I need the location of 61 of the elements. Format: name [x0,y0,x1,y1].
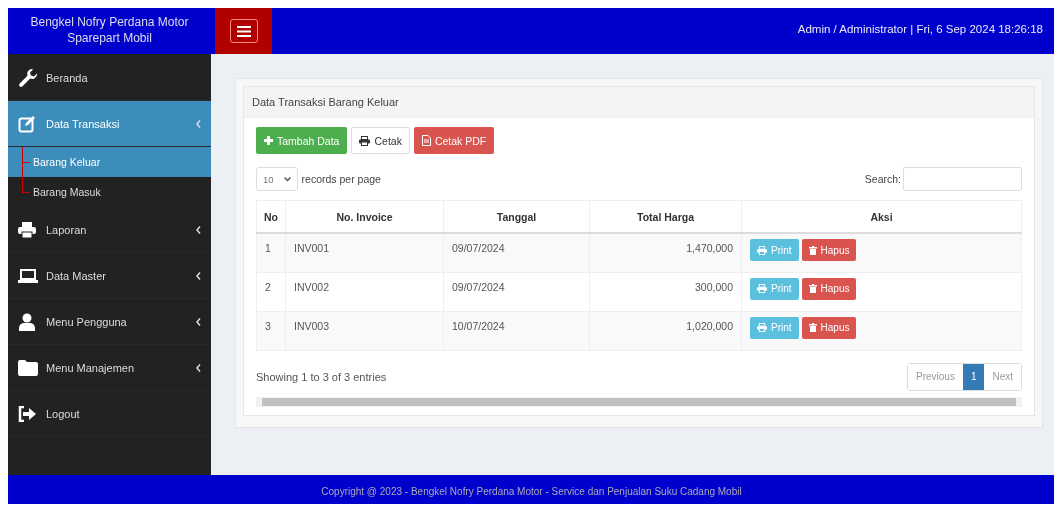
print-button[interactable]: Cetak [351,127,410,154]
trash-icon [808,245,817,255]
search-label: Search: [864,173,901,185]
app-brand: Bengkel Nofry Perdana Motor Sparepart Mobil [29,14,190,47]
table-cell: 1,470,000 [589,233,742,272]
chevron-left-icon [196,363,201,372]
print-button[interactable]: Print [750,277,799,300]
footer-copyright: Copyright @ 2023 - Bengkel Nofry Perdana Motor - Service dan Penjualan Suku Cadang Mobil [321,486,742,497]
trash-icon [808,323,817,332]
table-cell: 300,000 [589,272,742,311]
chevron-left-icon [196,317,201,326]
user-info: Admin / Administrator | Fri, 6 Sep 2024 18:26:18 [797,22,1044,37]
table-cell: 09/07/2024 [443,272,590,311]
plus-icon [264,136,273,145]
panel-title: Data Transaksi Barang Keluar [244,87,1034,118]
page-size-select[interactable]: 10 [256,167,298,191]
table-cell: 1,020,000 [589,311,742,350]
table-cell: INV002 [285,272,444,311]
sidebar-item[interactable]: Data Transaksi [8,101,211,147]
printer-icon [18,221,36,238]
trash-icon [808,284,817,293]
pdf-button[interactable]: Cetak PDF [413,127,495,154]
user-icon [18,312,36,331]
entries-info: Showing 1 to 3 of 3 entries [256,370,387,383]
wrench-icon [18,67,38,88]
menu-toggle-button[interactable] [215,8,272,54]
page-button[interactable]: 1 [962,363,985,390]
printer-icon [757,284,767,293]
page-size-label: records per page [301,173,381,185]
chevron-left-icon [196,225,201,234]
file-icon [421,135,431,146]
delete-button[interactable]: Hapus [801,316,857,339]
laptop-icon [18,268,38,283]
table-cell: 1 [256,233,286,272]
add-button[interactable]: Tambah Data [256,127,348,154]
delete-button[interactable]: Hapus [801,239,857,261]
print-button[interactable]: Print [750,239,799,261]
sidebar-item[interactable]: Menu Manajemen [8,345,211,391]
table-cell: 3 [256,311,286,350]
printer-icon [757,323,767,332]
table-cell: INV003 [285,311,444,350]
folder-icon [18,359,38,376]
logout-icon [18,405,36,422]
table-cell: 10/07/2024 [443,311,590,350]
submenu-item[interactable]: Barang Masuk [8,177,211,207]
printer-icon [757,245,767,255]
printer-icon [359,135,371,146]
print-button[interactable]: Print [750,316,799,339]
delete-button[interactable]: Hapus [801,277,857,300]
search-field[interactable] [903,167,1022,191]
horizontal-scrollbar[interactable] [256,396,1022,407]
table-cell: 09/07/2024 [443,233,590,272]
menu-icon [236,25,251,37]
sidebar-item[interactable]: Laporan [8,207,211,253]
submenu-item[interactable]: Barang Keluar [8,147,211,177]
chevron-down-icon [283,176,291,182]
table-cell: 2 [256,272,286,311]
table-cell: INV001 [285,233,444,272]
chevron-left-icon [196,119,201,128]
chevron-left-icon [196,271,201,280]
edit-icon [18,114,36,133]
